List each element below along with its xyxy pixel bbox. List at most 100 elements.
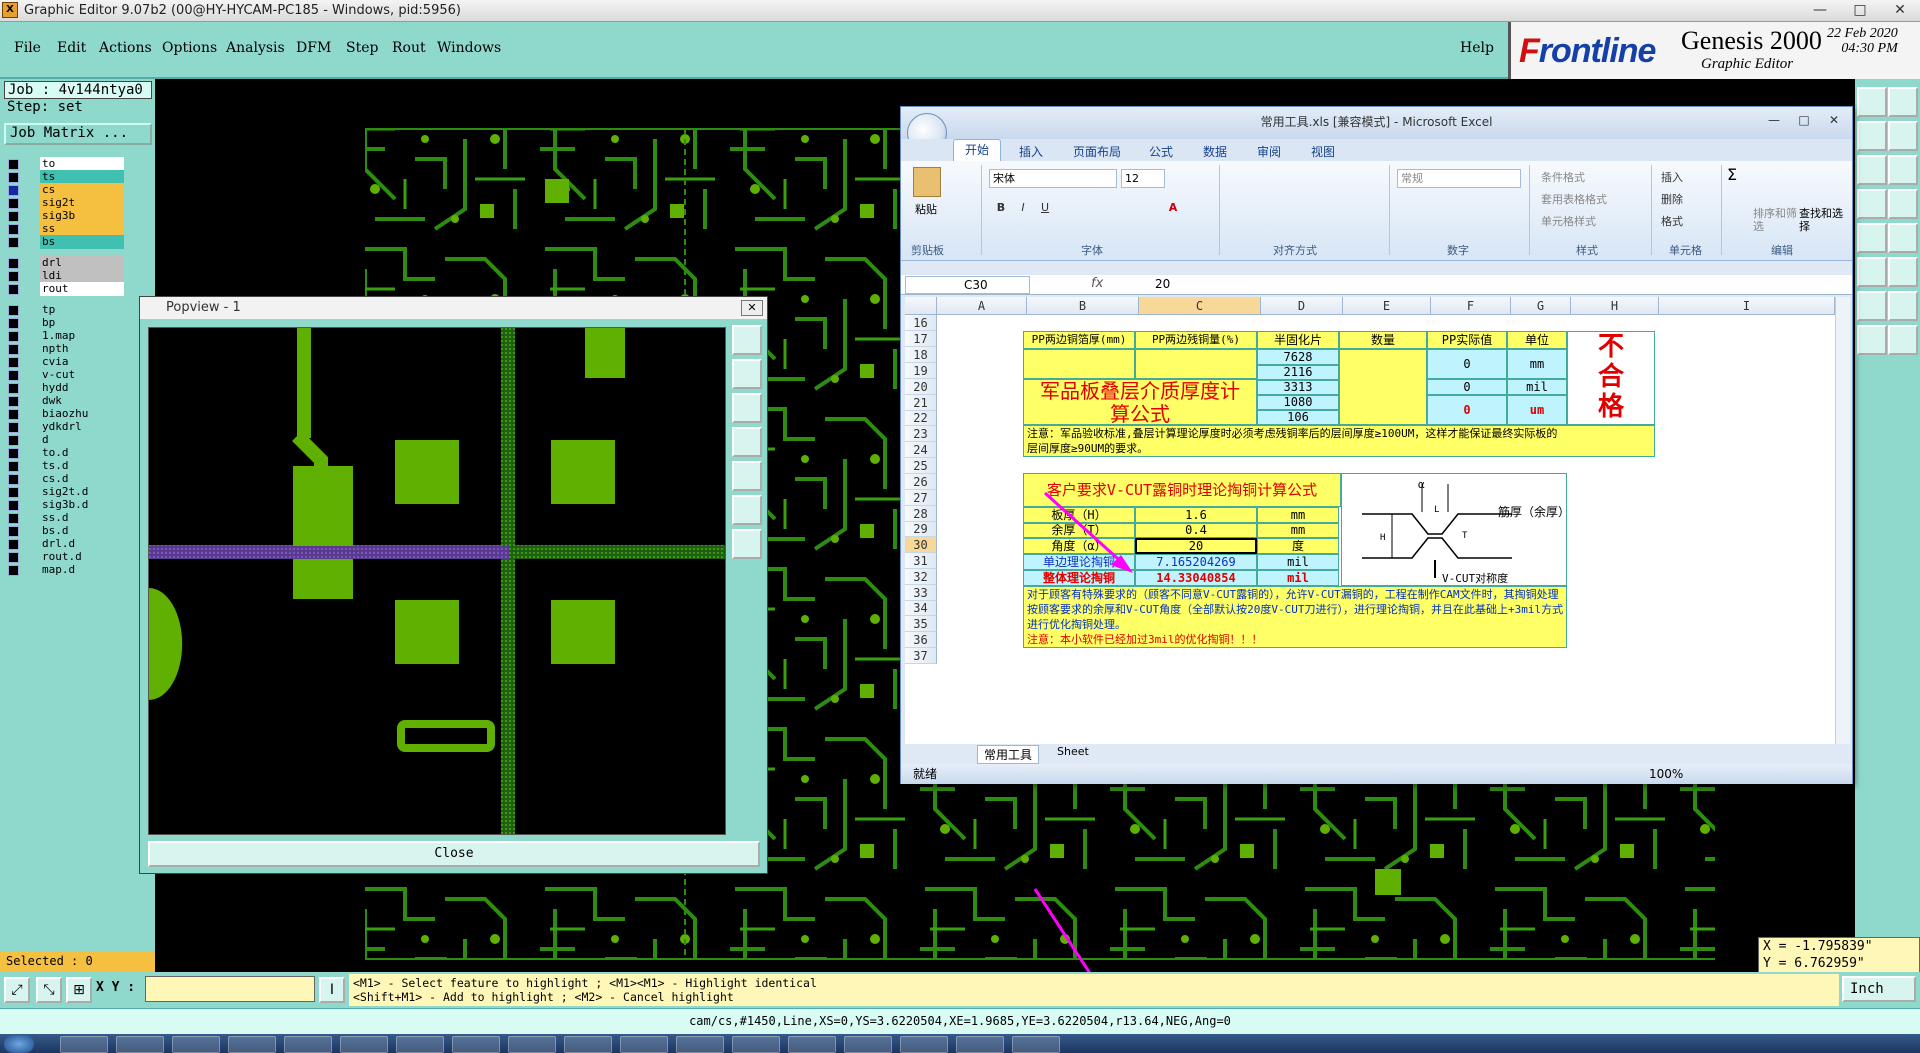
paste-icon[interactable] xyxy=(913,167,941,197)
menu-edit[interactable]: Edit xyxy=(57,40,86,56)
layer-checkbox[interactable] xyxy=(8,474,19,485)
worksheet-grid[interactable]: A B C D E F G H I 16 17 18 19 20 21 22 23 24 25 26… xyxy=(905,297,1835,744)
layer-checkbox[interactable] xyxy=(8,513,19,524)
layer-name[interactable]: ts.d xyxy=(40,459,124,473)
layer-name[interactable]: ss xyxy=(40,222,124,236)
layer-name[interactable]: map.d xyxy=(40,563,124,577)
format-as-table-button[interactable]: 套用表格格式 xyxy=(1541,189,1607,211)
layer-name[interactable]: ts xyxy=(40,170,124,184)
layer-name[interactable]: bs xyxy=(40,235,124,249)
layer-checkbox[interactable] xyxy=(8,271,19,282)
zoom-in-icon[interactable] xyxy=(732,325,762,355)
layer-checkbox[interactable] xyxy=(8,487,19,498)
menu-windows[interactable]: Windows xyxy=(437,40,501,56)
layer-checkbox[interactable] xyxy=(8,258,19,269)
sort-filter-button[interactable]: 排序和筛选 xyxy=(1753,207,1797,233)
menu-rout[interactable]: Rout xyxy=(392,40,426,56)
taskbar-item[interactable] xyxy=(564,1036,612,1053)
maximize-button[interactable]: □ xyxy=(1840,1,1880,20)
units-toggle[interactable]: Inch xyxy=(1842,976,1916,1002)
find-select-button[interactable]: 查找和选择 xyxy=(1799,207,1843,233)
autosum-icon[interactable]: Σ xyxy=(1727,165,1737,184)
zoom-area-icon[interactable]: ⤡ xyxy=(36,977,62,1003)
taskbar-item[interactable] xyxy=(844,1036,892,1053)
fill-icon[interactable] xyxy=(1857,257,1887,287)
taskbar-item[interactable] xyxy=(116,1036,164,1053)
layer-checkbox[interactable] xyxy=(8,435,19,446)
sheet-tab-tools[interactable]: 常用工具 xyxy=(977,745,1040,764)
layer-row[interactable]: rout xyxy=(4,282,124,297)
layer-checkbox[interactable] xyxy=(8,383,19,394)
layer-checkbox[interactable] xyxy=(8,284,19,295)
tab-review[interactable]: 审阅 xyxy=(1257,143,1281,160)
layer-checkbox[interactable] xyxy=(8,331,19,342)
taskbar-item[interactable] xyxy=(172,1036,220,1053)
layer-checkbox[interactable] xyxy=(8,224,19,235)
menu-step[interactable]: Step xyxy=(346,40,378,56)
layer-name[interactable]: cvia xyxy=(40,355,124,369)
layer-checkbox[interactable] xyxy=(8,344,19,355)
layer-name[interactable]: cs xyxy=(40,183,124,197)
layer-checkbox[interactable] xyxy=(8,357,19,368)
layer-checkbox[interactable] xyxy=(8,211,19,222)
taskbar-item[interactable] xyxy=(620,1036,668,1053)
taskbar-item[interactable] xyxy=(452,1036,500,1053)
pan-right-icon[interactable] xyxy=(732,461,762,491)
font-color-button[interactable]: A xyxy=(1163,199,1183,217)
fit-icon[interactable] xyxy=(732,529,762,559)
cell-styles-button[interactable]: 单元格样式 xyxy=(1541,211,1607,233)
layer-name[interactable]: v-cut xyxy=(40,368,124,382)
layer-row[interactable]: map.d xyxy=(4,563,124,578)
taskbar-item[interactable] xyxy=(1012,1036,1060,1053)
layer-checkbox[interactable] xyxy=(8,172,19,183)
zoom-out-icon[interactable] xyxy=(732,495,762,525)
menu-actions[interactable]: Actions xyxy=(99,40,152,56)
layer-name[interactable]: sig3b.d xyxy=(40,498,124,512)
popview-canvas[interactable] xyxy=(148,327,726,835)
layer-name[interactable]: tp xyxy=(40,303,124,317)
sheet-tab-sheet[interactable]: Sheet xyxy=(1051,745,1095,758)
conditional-format-button[interactable]: 条件格式 xyxy=(1541,167,1607,189)
menu-help[interactable]: Help xyxy=(1460,40,1494,56)
layer-name[interactable]: ldi xyxy=(40,269,124,283)
popview-close-icon[interactable]: ✕ xyxy=(741,300,763,316)
layer-name[interactable]: to xyxy=(40,157,124,171)
number-format-select[interactable]: 常规 xyxy=(1397,169,1521,188)
taskbar-item[interactable] xyxy=(900,1036,948,1053)
formula-input[interactable]: 20 xyxy=(1155,277,1170,291)
font-name-select[interactable]: 宋体 xyxy=(989,169,1117,188)
layer-name[interactable]: dwk xyxy=(40,394,124,408)
drc-icon[interactable] xyxy=(1888,291,1918,321)
close-button[interactable]: ✕ xyxy=(1880,1,1920,20)
layer-checkbox[interactable] xyxy=(8,539,19,550)
tab-data[interactable]: 数据 xyxy=(1203,143,1227,160)
genesis-app-icon[interactable]: X xyxy=(2,2,18,18)
pan-left-icon[interactable] xyxy=(732,427,762,457)
layer-checkbox[interactable] xyxy=(8,448,19,459)
layer-checkbox[interactable] xyxy=(8,409,19,420)
layer-name[interactable]: biaozhu xyxy=(40,407,124,421)
zoom-fit-icon[interactable]: ⤢ xyxy=(4,977,30,1003)
fx-icon[interactable]: fx xyxy=(1091,276,1103,291)
layer-name[interactable]: bp xyxy=(40,316,124,330)
filter-icon[interactable] xyxy=(1888,189,1918,219)
layer-checkbox[interactable] xyxy=(8,565,19,576)
layer-name[interactable]: drl xyxy=(40,256,124,270)
xy-input[interactable] xyxy=(145,976,315,1002)
bold-button[interactable]: B xyxy=(991,199,1011,217)
layer-checkbox[interactable] xyxy=(8,552,19,563)
pan-down-icon[interactable] xyxy=(732,393,762,423)
layer-checkbox[interactable] xyxy=(8,500,19,511)
grid-icon[interactable]: ⊞ xyxy=(66,977,92,1003)
taskbar-item[interactable] xyxy=(732,1036,780,1053)
menu-dfm[interactable]: DFM xyxy=(296,40,331,56)
pan-icon[interactable] xyxy=(1888,223,1918,253)
job-matrix-button[interactable]: Job Matrix ... xyxy=(4,123,152,145)
snap-icon[interactable] xyxy=(1888,155,1918,185)
layer-name[interactable]: to.d xyxy=(40,446,124,460)
layer-checkbox[interactable] xyxy=(8,370,19,381)
tab-view[interactable]: 视图 xyxy=(1311,143,1335,160)
layer-checkbox[interactable] xyxy=(8,185,19,196)
tab-home[interactable]: 开始 xyxy=(953,139,1001,161)
layer-checkbox[interactable] xyxy=(8,461,19,472)
